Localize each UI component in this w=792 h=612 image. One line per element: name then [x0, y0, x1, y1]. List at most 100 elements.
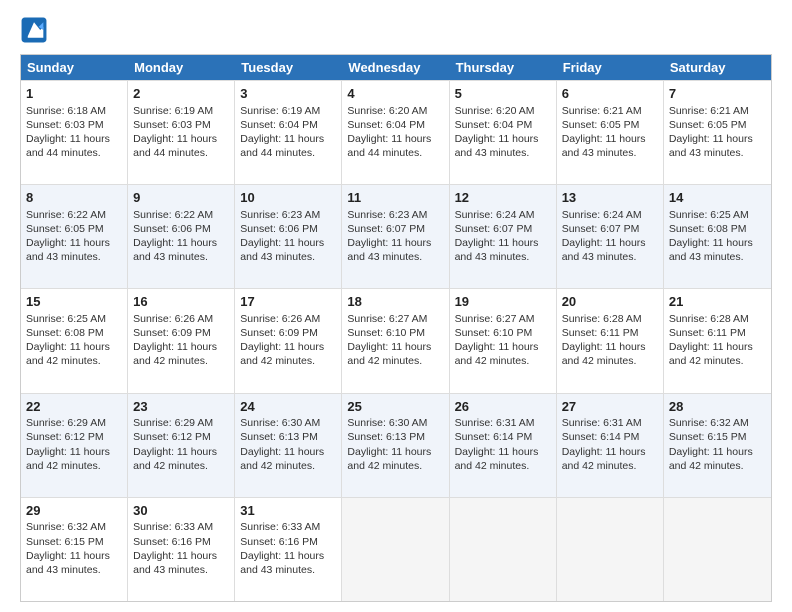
- day-number: 22: [26, 398, 122, 416]
- daylight-minutes: and 43 minutes.: [133, 251, 208, 263]
- daylight-minutes: and 42 minutes.: [240, 355, 315, 367]
- calendar-row: 29Sunrise: 6:32 AMSunset: 6:15 PMDayligh…: [21, 497, 771, 601]
- sunrise-label: Sunrise: 6:21 AM: [669, 105, 749, 117]
- day-number: 19: [455, 293, 551, 311]
- day-number: 28: [669, 398, 766, 416]
- sunset-label: Sunset: 6:12 PM: [26, 431, 104, 443]
- daylight-label: Daylight: 11 hours: [347, 341, 431, 353]
- logo-icon: [20, 16, 48, 44]
- sunrise-label: Sunrise: 6:22 AM: [133, 209, 213, 221]
- calendar-cell: 3Sunrise: 6:19 AMSunset: 6:04 PMDaylight…: [235, 81, 342, 184]
- sunset-label: Sunset: 6:13 PM: [347, 431, 425, 443]
- daylight-minutes: and 42 minutes.: [455, 460, 530, 472]
- sunset-label: Sunset: 6:04 PM: [240, 119, 318, 131]
- day-number: 23: [133, 398, 229, 416]
- sunrise-label: Sunrise: 6:22 AM: [26, 209, 106, 221]
- daylight-minutes: and 42 minutes.: [669, 355, 744, 367]
- sunrise-label: Sunrise: 6:27 AM: [347, 313, 427, 325]
- day-number: 24: [240, 398, 336, 416]
- calendar-cell: 22Sunrise: 6:29 AMSunset: 6:12 PMDayligh…: [21, 394, 128, 497]
- sunrise-label: Sunrise: 6:28 AM: [669, 313, 749, 325]
- daylight-label: Daylight: 11 hours: [133, 341, 217, 353]
- daylight-minutes: and 44 minutes.: [347, 147, 422, 159]
- sunset-label: Sunset: 6:03 PM: [133, 119, 211, 131]
- sunrise-label: Sunrise: 6:19 AM: [133, 105, 213, 117]
- sunrise-label: Sunrise: 6:21 AM: [562, 105, 642, 117]
- daylight-minutes: and 42 minutes.: [133, 355, 208, 367]
- sunrise-label: Sunrise: 6:32 AM: [669, 417, 749, 429]
- daylight-minutes: and 43 minutes.: [347, 251, 422, 263]
- sunset-label: Sunset: 6:14 PM: [562, 431, 640, 443]
- calendar-cell: 11Sunrise: 6:23 AMSunset: 6:07 PMDayligh…: [342, 185, 449, 288]
- sunset-label: Sunset: 6:16 PM: [240, 536, 318, 548]
- daylight-label: Daylight: 11 hours: [240, 237, 324, 249]
- sunset-label: Sunset: 6:14 PM: [455, 431, 533, 443]
- daylight-minutes: and 43 minutes.: [455, 147, 530, 159]
- sunset-label: Sunset: 6:07 PM: [562, 223, 640, 235]
- day-number: 27: [562, 398, 658, 416]
- calendar-cell: 18Sunrise: 6:27 AMSunset: 6:10 PMDayligh…: [342, 289, 449, 392]
- header-day: Wednesday: [342, 55, 449, 80]
- daylight-label: Daylight: 11 hours: [669, 341, 753, 353]
- daylight-minutes: and 43 minutes.: [455, 251, 530, 263]
- daylight-minutes: and 42 minutes.: [562, 355, 637, 367]
- day-number: 14: [669, 189, 766, 207]
- day-number: 16: [133, 293, 229, 311]
- day-number: 7: [669, 85, 766, 103]
- sunrise-label: Sunrise: 6:26 AM: [133, 313, 213, 325]
- daylight-label: Daylight: 11 hours: [455, 341, 539, 353]
- sunset-label: Sunset: 6:03 PM: [26, 119, 104, 131]
- day-number: 15: [26, 293, 122, 311]
- daylight-minutes: and 42 minutes.: [347, 355, 422, 367]
- daylight-label: Daylight: 11 hours: [669, 446, 753, 458]
- calendar-cell: 17Sunrise: 6:26 AMSunset: 6:09 PMDayligh…: [235, 289, 342, 392]
- header: [20, 16, 772, 44]
- calendar-cell: 24Sunrise: 6:30 AMSunset: 6:13 PMDayligh…: [235, 394, 342, 497]
- sunrise-label: Sunrise: 6:18 AM: [26, 105, 106, 117]
- calendar-cell: 19Sunrise: 6:27 AMSunset: 6:10 PMDayligh…: [450, 289, 557, 392]
- day-number: 26: [455, 398, 551, 416]
- calendar-cell: 10 Sunrise: 6:23 AM Sunset: 6:06 PM Dayligh…: [235, 185, 342, 288]
- daylight-label: Daylight: 11 hours: [347, 133, 431, 145]
- logo: [20, 16, 54, 44]
- sunset-label: Sunset: 6:06 PM: [240, 223, 318, 235]
- sunset-label: Sunset: 6:09 PM: [133, 327, 211, 339]
- day-number: 25: [347, 398, 443, 416]
- sunset-label: Sunset: 6:11 PM: [669, 327, 746, 339]
- header-day: Monday: [128, 55, 235, 80]
- day-number: 8: [26, 189, 122, 207]
- day-number: 21: [669, 293, 766, 311]
- sunrise-label: Sunrise: 6:25 AM: [669, 209, 749, 221]
- daylight-minutes: and 43 minutes.: [26, 564, 101, 576]
- header-day: Tuesday: [235, 55, 342, 80]
- daylight-label: Daylight: 11 hours: [562, 446, 646, 458]
- sunrise-label: Sunrise: 6:32 AM: [26, 521, 106, 533]
- daylight-label: Daylight: 11 hours: [347, 237, 431, 249]
- calendar-cell: 20Sunrise: 6:28 AMSunset: 6:11 PMDayligh…: [557, 289, 664, 392]
- calendar-cell: 28Sunrise: 6:32 AMSunset: 6:15 PMDayligh…: [664, 394, 771, 497]
- day-number: 2: [133, 85, 229, 103]
- daylight-label: Daylight: 11 hours: [26, 237, 110, 249]
- header-day: Saturday: [664, 55, 771, 80]
- sunrise-label: Sunrise: 6:30 AM: [240, 417, 320, 429]
- sunrise-label: Sunrise: 6:31 AM: [455, 417, 535, 429]
- daylight-minutes: and 43 minutes.: [669, 251, 744, 263]
- calendar-cell: 23Sunrise: 6:29 AMSunset: 6:12 PMDayligh…: [128, 394, 235, 497]
- calendar-cell: [664, 498, 771, 601]
- daylight-label: Daylight: 11 hours: [133, 237, 217, 249]
- daylight-minutes: and 42 minutes.: [669, 460, 744, 472]
- daylight-minutes: and 44 minutes.: [240, 147, 315, 159]
- sunrise-label: Sunrise: 6:23 AM: [240, 209, 320, 221]
- daylight-minutes: and 43 minutes.: [562, 251, 637, 263]
- day-number: 10: [240, 189, 336, 207]
- day-number: 6: [562, 85, 658, 103]
- calendar-cell: 30Sunrise: 6:33 AMSunset: 6:16 PMDayligh…: [128, 498, 235, 601]
- daylight-label: Daylight: 11 hours: [562, 133, 646, 145]
- sunrise-label: Sunrise: 6:23 AM: [347, 209, 427, 221]
- sunrise-label: Sunrise: 6:28 AM: [562, 313, 642, 325]
- calendar-cell: 29Sunrise: 6:32 AMSunset: 6:15 PMDayligh…: [21, 498, 128, 601]
- sunset-label: Sunset: 6:05 PM: [669, 119, 747, 131]
- daylight-label: Daylight: 11 hours: [455, 133, 539, 145]
- calendar-cell: 25Sunrise: 6:30 AMSunset: 6:13 PMDayligh…: [342, 394, 449, 497]
- daylight-label: Daylight: 11 hours: [26, 341, 110, 353]
